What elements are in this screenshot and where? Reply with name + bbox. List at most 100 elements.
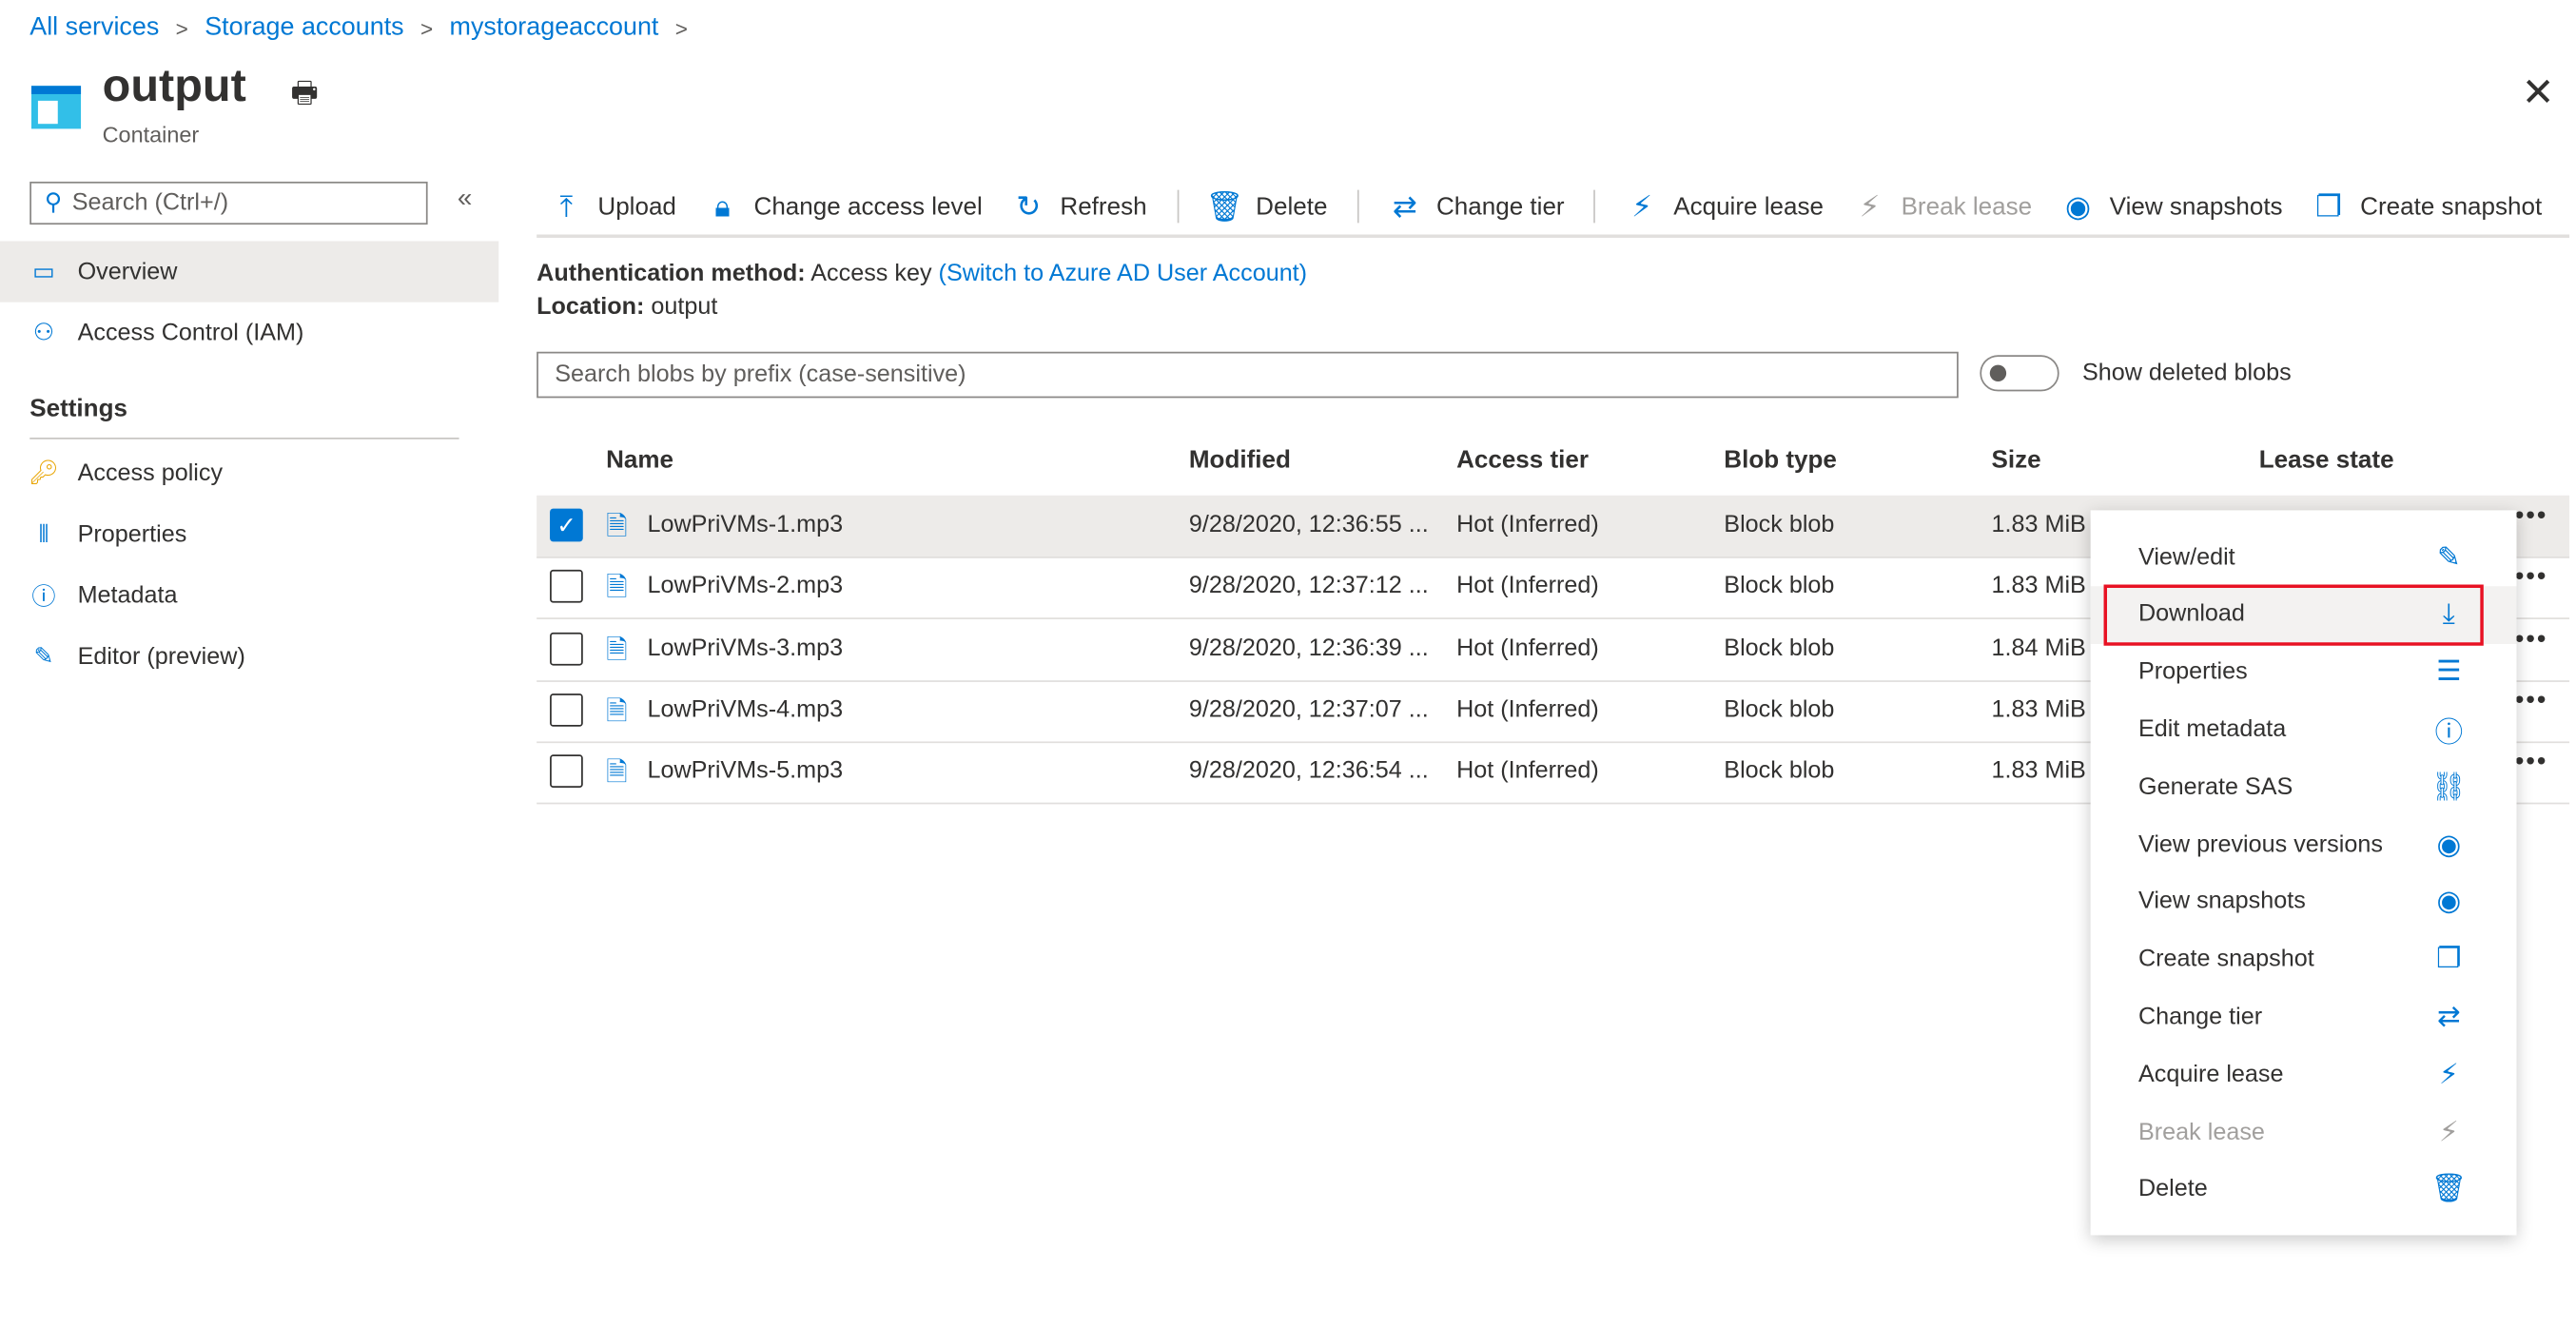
blob-type: Block blob [1724,758,1835,785]
file-icon: 🗎︎ [606,698,628,727]
chevron-right-icon: > [175,15,188,41]
blob-type: Block blob [1724,512,1835,538]
trash-icon: 🗑︎ [2430,1173,2468,1204]
blob-name[interactable]: LowPriVMs-3.mp3 [647,635,843,662]
blob-name[interactable]: LowPriVMs-5.mp3 [647,758,843,785]
more-options-icon[interactable]: ••• [2515,563,2547,593]
blob-size: 1.83 MiB [1991,696,2086,724]
sliders-icon: ☰ [2436,655,2462,688]
collapse-sidebar-icon[interactable]: « [458,185,472,214]
row-checkbox[interactable] [550,754,583,789]
menu-item-view-snapshots[interactable]: View snapshots ◉ [2091,873,2517,931]
snapshot-icon: ❐ [2436,943,2462,975]
menu-item-view-previous-versions[interactable]: View previous versions ◉ [2091,816,2517,874]
delete-button[interactable]: 🗑︎ Delete [1205,189,1328,224]
blob-modified: 9/28/2020, 12:36:39 ... [1188,635,1429,662]
close-icon[interactable]: ✕ [2522,69,2555,117]
button-label: Acquire lease [1673,192,1824,221]
menu-item-label: Delete [2137,1176,2208,1203]
menu-item-delete[interactable]: Delete 🗑︎ [2091,1161,2517,1219]
button-label: Change tier [1435,192,1565,221]
menu-item-label: Change tier [2137,1004,2263,1031]
sidebar-item-iam[interactable]: ⚇ Access Control (IAM) [0,303,498,363]
pencil-icon: ✎ [2436,540,2461,573]
button-label: Delete [1256,192,1328,221]
swap-icon: ⇄ [1392,188,1418,223]
blob-size: 1.83 MiB [1991,573,2086,600]
column-header-blob-type[interactable]: Blob type [1724,446,1837,475]
menu-item-generate-sas[interactable]: Generate SAS ⛓︎ [2091,758,2517,816]
breadcrumb-mystorageaccount[interactable]: mystorageaccount [450,13,659,43]
switch-auth-link[interactable]: (Switch to Azure AD User Account) [939,261,1308,287]
blob-access-tier: Hot (Inferred) [1456,573,1599,600]
menu-item-download[interactable]: Download ⤓ [2090,584,2517,646]
location-value: output [651,293,718,321]
blob-name[interactable]: LowPriVMs-1.mp3 [647,512,843,538]
blob-name[interactable]: LowPriVMs-2.mp3 [647,574,843,600]
container-icon: ▭ [32,258,55,285]
pencil-icon: ✎ [33,643,54,670]
sidebar-item-metadata[interactable]: ⓘ Metadata [0,565,498,626]
menu-item-label: View/edit [2137,543,2235,571]
menu-item-label: Break lease [2137,1119,2265,1145]
button-label: Upload [597,192,676,221]
menu-item-view-edit[interactable]: View/edit ✎ [2091,528,2517,586]
plug-icon: ⚡︎ [2438,1058,2459,1090]
blob-search-placeholder: Search blobs by prefix (case-sensitive) [555,361,966,388]
column-header-lease-state[interactable]: Lease state [2259,446,2394,475]
blob-name[interactable]: LowPriVMs-4.mp3 [647,696,843,723]
search-placeholder: Search (Ctrl+/) [71,189,229,217]
menu-item-create-snapshot[interactable]: Create snapshot ❐ [2091,930,2517,988]
create-snapshot-button[interactable]: ❐ Create snapshot [2313,189,2542,224]
auth-method: Authentication method: Access key (Switc… [537,261,1307,287]
row-checkbox[interactable] [550,570,583,604]
acquire-lease-button[interactable]: ⚡︎ Acquire lease [1626,189,1824,224]
link-icon: ⛓︎ [2430,771,2468,803]
row-checkbox[interactable]: ✓ [550,508,583,542]
blob-modified: 9/28/2020, 12:37:07 ... [1188,696,1429,724]
menu-item-label: View snapshots [2137,889,2306,916]
menu-item-change-tier[interactable]: Change tier ⇄ [2091,988,2517,1046]
menu-item-label: Generate SAS [2137,773,2293,801]
sidebar-item-properties[interactable]: ⦀ Properties [0,503,498,564]
blob-search-input[interactable]: Search blobs by prefix (case-sensitive) [537,351,1959,399]
break-lease-button[interactable]: ⚡︎ Break lease [1853,189,2032,224]
menu-item-label: Download [2137,601,2245,629]
sidebar-item-access-policy[interactable]: 🔑︎ Access policy [0,442,498,503]
unplug-icon: ⚡︎ [1859,188,1881,223]
upload-button[interactable]: ⤒ Upload [550,188,676,224]
menu-item-break-lease: Break lease ⚡︎ [2091,1103,2517,1162]
sidebar-item-overview[interactable]: ▭ Overview [0,241,499,303]
column-header-size[interactable]: Size [1991,446,2040,475]
container-icon [30,86,82,129]
change-access-level-button[interactable]: 🔒︎ Change access level [706,189,983,224]
menu-item-edit-metadata[interactable]: Edit metadata ⓘ [2091,701,2517,759]
breadcrumb-all-services[interactable]: All services [29,13,159,43]
settings-heading: Settings [29,394,127,423]
breadcrumb-storage-accounts[interactable]: Storage accounts [205,13,403,43]
more-options-icon[interactable]: ••• [2515,687,2547,716]
menu-item-label: Edit metadata [2137,716,2287,743]
upload-icon: ⤒ [559,188,574,223]
menu-item-properties[interactable]: Properties ☰ [2091,643,2517,701]
column-header-modified[interactable]: Modified [1189,446,1291,475]
blob-access-tier: Hot (Inferred) [1456,512,1599,538]
row-checkbox[interactable] [550,693,583,727]
file-icon: 🗎︎ [606,636,628,665]
refresh-button[interactable]: ↻ Refresh [1012,189,1146,224]
blob-access-tier: Hot (Inferred) [1456,696,1599,724]
print-icon[interactable]: 🖶 [291,72,320,122]
more-options-icon[interactable]: ••• [2515,625,2547,654]
row-checkbox[interactable] [550,632,583,665]
view-snapshots-button[interactable]: ◉ View snapshots [2061,189,2283,224]
change-tier-button[interactable]: ⇄ Change tier [1389,189,1565,224]
menu-item-acquire-lease[interactable]: Acquire lease ⚡︎ [2091,1045,2517,1103]
column-header-access-tier[interactable]: Access tier [1456,446,1589,475]
sidebar-item-editor[interactable]: ✎ Editor (preview) [0,626,498,687]
page-title: output [102,59,246,111]
column-header-name[interactable]: Name [606,446,673,475]
more-options-icon[interactable]: ••• [2515,749,2547,778]
more-options-icon[interactable]: ••• [2515,502,2547,532]
sidebar-search-input[interactable]: ⚲ Search (Ctrl+/) [29,181,428,225]
show-deleted-toggle[interactable] [1980,355,2059,392]
